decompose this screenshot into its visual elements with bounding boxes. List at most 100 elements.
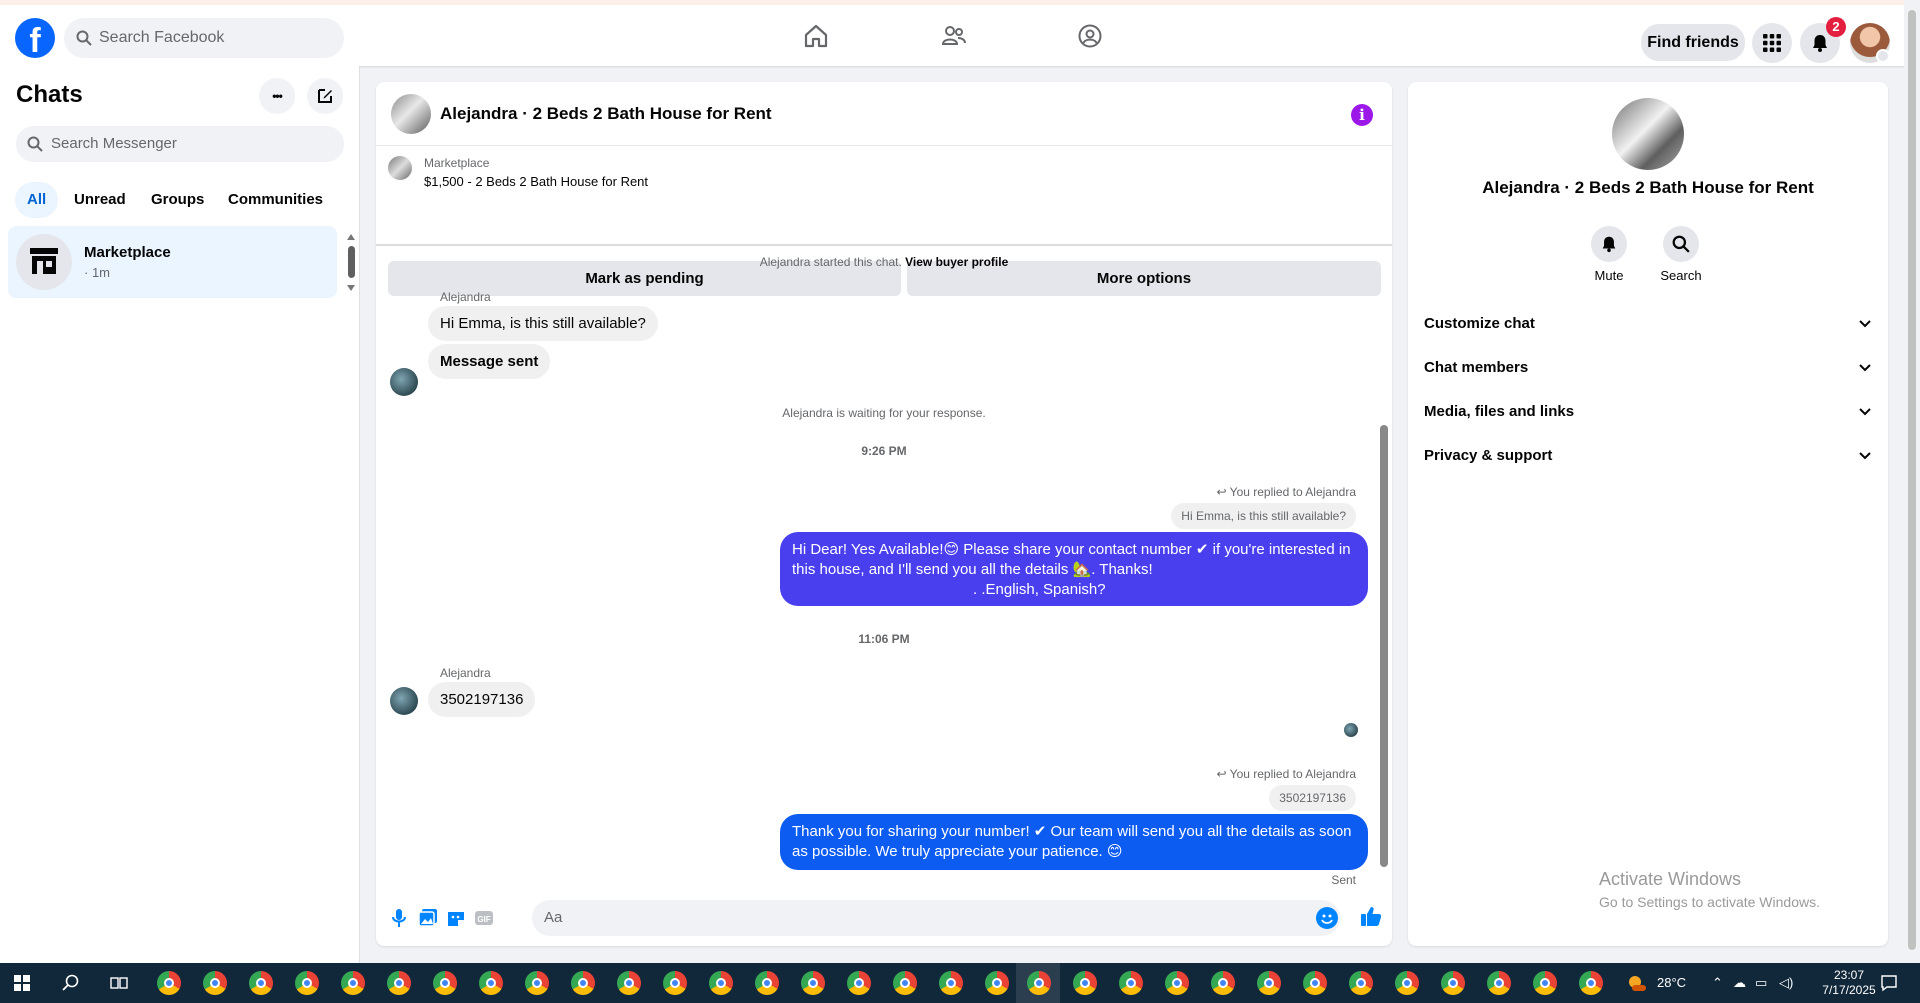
chrome-icon[interactable] [1027,971,1051,995]
network-icon[interactable]: ☁ [1733,975,1746,991]
chrome-icon[interactable] [433,971,457,995]
chrome-icon[interactable] [1119,971,1143,995]
incoming-message[interactable]: Hi Emma, is this still available? [428,306,658,341]
emoji-icon[interactable] [1316,907,1338,929]
chrome-icon[interactable] [1487,971,1511,995]
chrome-icon[interactable] [893,971,917,995]
chrome-icon[interactable] [663,971,687,995]
chrome-icon[interactable] [203,971,227,995]
clock[interactable]: 23:07 7/17/2025 [1814,968,1884,998]
outgoing-message[interactable]: Hi Dear! Yes Available!😊 Please share yo… [780,532,1368,606]
chrome-icon[interactable] [847,971,871,995]
page-scrollbar-thumb[interactable] [1908,10,1916,950]
sender-avatar[interactable] [390,368,418,396]
bell-icon [1813,35,1827,52]
quoted-message[interactable]: Hi Emma, is this still available? [1171,503,1356,529]
volume-icon[interactable]: ◁) [1779,975,1793,991]
scroll-up-arrow-icon[interactable] [347,234,355,240]
search-icon[interactable] [62,974,80,992]
chrome-icon[interactable] [387,971,411,995]
privacy-support-section[interactable]: Privacy & support [1424,438,1872,474]
thread-scrollbar[interactable] [1380,425,1388,867]
sticker-icon[interactable] [446,908,466,928]
listing-thumbnail[interactable] [388,156,412,180]
chrome-icon[interactable] [157,971,181,995]
quoted-message[interactable]: 3502197136 [1269,785,1356,811]
photo-icon[interactable] [418,908,438,928]
task-view-icon[interactable] [110,975,128,991]
sender-avatar[interactable] [390,687,418,715]
home-icon[interactable] [803,23,829,49]
account-caret-icon[interactable] [1876,49,1890,63]
chrome-icon[interactable] [709,971,733,995]
chrome-icon[interactable] [939,971,963,995]
facebook-search-input[interactable]: Search Facebook [64,18,344,58]
view-buyer-profile-link[interactable]: View buyer profile [905,255,1008,269]
chat-info-avatar[interactable] [1612,98,1684,170]
windows-taskbar: 28°C ⌃ ☁ ▭ ◁) 23:07 7/17/2025 [0,963,1920,1003]
new-message-button[interactable] [307,78,343,114]
info-icon[interactable]: i [1351,104,1373,126]
thumbs-up-icon[interactable] [1360,905,1382,927]
chrome-icon[interactable] [249,971,273,995]
chrome-icon[interactable] [801,971,825,995]
weather-icon[interactable] [1626,973,1648,993]
filter-groups[interactable]: Groups [139,182,216,218]
filter-unread[interactable]: Unread [62,182,138,218]
filter-communities[interactable]: Communities [216,182,335,218]
chrome-icon[interactable] [1211,971,1235,995]
compose-icon [318,89,332,103]
chrome-icon[interactable] [755,971,779,995]
groups-icon[interactable] [1077,23,1103,49]
scroll-down-arrow-icon[interactable] [347,285,355,291]
chrome-icon[interactable] [1441,971,1465,995]
media-files-links-section[interactable]: Media, files and links [1424,394,1872,430]
find-friends-button[interactable]: Find friends [1641,24,1745,61]
menu-button[interactable] [1752,23,1792,63]
customize-chat-section[interactable]: Customize chat [1424,306,1872,342]
conversation-title[interactable]: Alejandra · 2 Beds 2 Bath House for Rent [440,104,772,124]
microphone-icon[interactable] [390,908,408,928]
message-input[interactable]: Aa [532,900,1340,936]
chevron-down-icon [1859,364,1871,372]
conversation-avatar[interactable] [391,94,431,134]
chrome-icon[interactable] [1349,971,1373,995]
incoming-message[interactable]: Message sent [428,344,551,379]
notification-center-icon[interactable] [1880,974,1898,992]
incoming-message[interactable]: 3502197136 [428,682,536,717]
chrome-icon[interactable] [525,971,549,995]
chrome-icon[interactable] [1303,971,1327,995]
gif-icon[interactable]: GIF [474,908,494,928]
search-label: Search [1660,268,1702,283]
chat-members-section[interactable]: Chat members [1424,350,1872,386]
page-scrollbar[interactable] [1904,0,1920,963]
chrome-icon[interactable] [295,971,319,995]
weather-temperature[interactable]: 28°C [1657,975,1686,990]
listing-title[interactable]: $1,500 - 2 Beds 2 Bath House for Rent [424,174,648,189]
facebook-logo[interactable]: f [15,18,55,58]
chrome-icon[interactable] [1395,971,1419,995]
chevron-up-icon[interactable]: ⌃ [1712,975,1723,991]
chrome-icon[interactable] [1579,971,1603,995]
search-icon [27,136,43,152]
chrome-icon[interactable] [571,971,595,995]
chrome-icon[interactable] [1165,971,1189,995]
chrome-icon[interactable] [617,971,641,995]
windows-start-icon[interactable] [14,975,30,991]
mute-action[interactable]: Mute [1579,226,1639,283]
chat-list-scrollbar[interactable] [348,246,355,278]
messenger-search-input[interactable]: Search Messenger [16,126,344,162]
chat-list-item[interactable]: Marketplace · 1m [8,226,337,298]
search-action[interactable]: Search [1651,226,1711,283]
chrome-icon[interactable] [1533,971,1557,995]
chrome-icon[interactable] [985,971,1009,995]
chats-options-button[interactable]: ••• [259,78,295,114]
chrome-icon[interactable] [1257,971,1281,995]
chrome-icon[interactable] [341,971,365,995]
chrome-icon[interactable] [1073,971,1097,995]
filter-all[interactable]: All [15,182,59,218]
display-icon[interactable]: ▭ [1755,975,1767,991]
chrome-icon[interactable] [479,971,503,995]
outgoing-message[interactable]: Thank you for sharing your number! ✔ Our… [780,814,1368,870]
friends-icon[interactable] [941,23,967,49]
